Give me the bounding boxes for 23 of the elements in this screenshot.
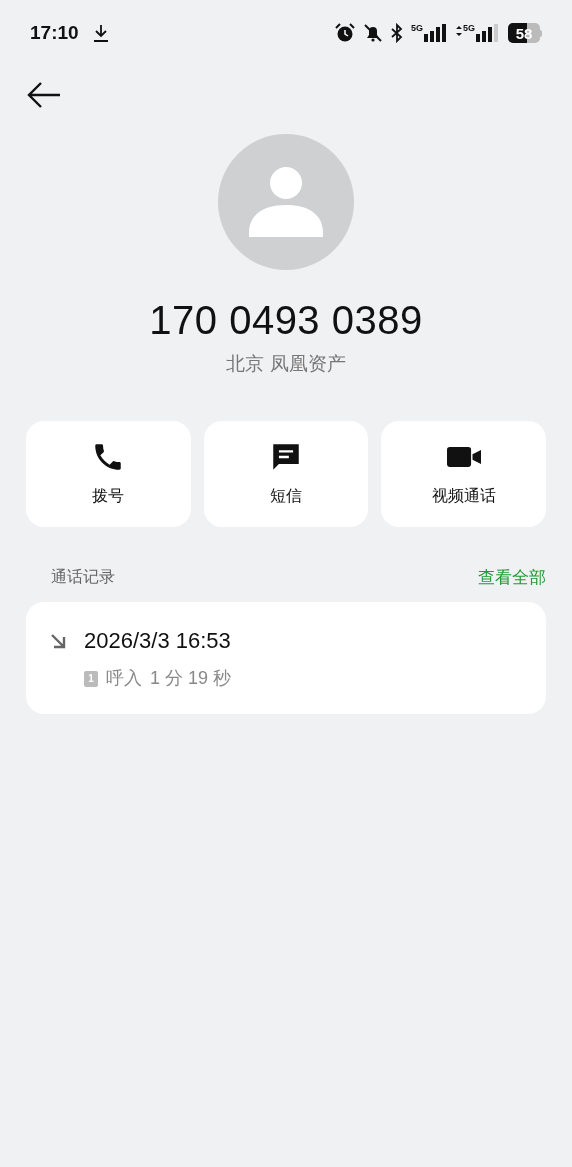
phone-number: 170 0493 0389 [149,297,423,344]
person-icon [249,167,323,237]
bell-muted-icon [362,23,383,43]
signal-icon [424,24,448,42]
alarm-icon [334,23,355,43]
data-arrows-icon [456,26,462,36]
number-location: 北京 凤凰资产 [226,352,346,376]
call-type: 呼入 [106,667,142,690]
network-label: 5G [463,24,475,33]
signal-icon [476,24,500,42]
back-arrow-icon [26,80,62,110]
network-label: 5G [410,24,423,33]
section-title: 通话记录 [51,567,115,588]
sim-badge: 1 [84,670,98,687]
incoming-arrow-icon [50,632,66,649]
action-button[interactable]: 视频通话 [381,420,546,527]
bluetooth-icon [390,23,403,43]
call-duration: 1 分 19 秒 [150,667,232,690]
call-datetime: 2026/3/3 16:53 [84,627,231,655]
action-button[interactable]: 短信 [203,420,369,527]
status-time: 17:10 [30,20,79,45]
action-button[interactable]: 拨号 [26,420,191,527]
download-icon [92,24,109,42]
